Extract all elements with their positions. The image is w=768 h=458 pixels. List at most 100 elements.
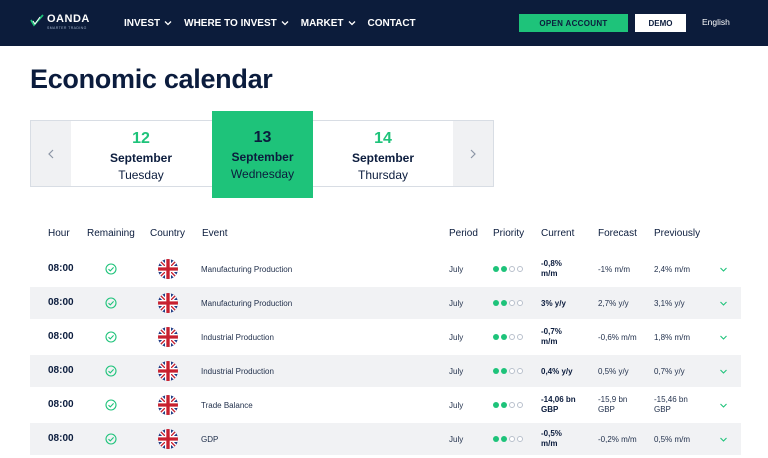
language-selector[interactable]: English [702, 17, 730, 27]
nav-where-to-invest[interactable]: WHERE TO INVEST [184, 18, 289, 29]
chevron-down-icon [281, 21, 289, 26]
check-circle-icon [105, 433, 117, 445]
priority-dot [501, 436, 507, 442]
priority-indicator [493, 266, 525, 272]
previously-line-2: GBP [654, 405, 671, 414]
priority-dot [517, 402, 523, 408]
check-circle-icon [105, 399, 117, 411]
priority-dot [509, 402, 515, 408]
date-day: 14 [374, 130, 392, 147]
date-weekday: Tuesday [118, 168, 164, 182]
chevron-down-icon [164, 21, 172, 26]
forecast-value: -0,2% m/m [598, 435, 637, 445]
nav-market[interactable]: MARKET [301, 18, 356, 29]
event-name: Industrial Production [201, 367, 274, 376]
forecast-line-1: 2,7% y/y [598, 299, 629, 308]
priority-dot [517, 368, 523, 374]
event-name: Trade Balance [201, 401, 253, 410]
priority-dot [493, 334, 499, 340]
current-line-2: m/m [541, 337, 558, 346]
chevron-down-icon[interactable] [719, 435, 728, 444]
event-period: July [449, 367, 464, 376]
event-hour: 08:00 [48, 399, 74, 410]
priority-dot [493, 368, 499, 374]
current-value: 3% y/y [541, 299, 566, 309]
forecast-value: 0,5% y/y [598, 367, 629, 377]
column-country: Country [150, 228, 186, 239]
date-day: 12 [132, 130, 150, 147]
forecast-value: -1% m/m [598, 265, 630, 275]
date-weekday: Wednesday [230, 167, 295, 181]
oanda-logo-icon [30, 14, 44, 27]
date-option[interactable]: 12 September Tuesday [91, 121, 191, 186]
priority-dot [493, 402, 499, 408]
main-nav: INVEST WHERE TO INVEST MARKET CONTACT [124, 0, 428, 46]
current-value: -0,7% m/m [541, 327, 562, 347]
nav-label: MARKET [300, 17, 344, 29]
priority-indicator [493, 368, 525, 374]
chevron-left-icon [48, 149, 54, 158]
column-forecast: Forecast [598, 228, 637, 239]
table-row[interactable]: 08:00 Manufacturing Production July 3% y/y 2… [30, 287, 741, 319]
oanda-logo[interactable]: OANDA SMARTER TRADING [30, 14, 90, 31]
previously-value: 3,1% y/y [654, 299, 685, 309]
previous-day-button[interactable] [31, 121, 71, 186]
priority-dot [501, 300, 507, 306]
forecast-line-2: GBP [598, 405, 615, 414]
column-period: Period [449, 228, 478, 239]
current-line-2: GBP [541, 405, 559, 414]
table-row[interactable]: 08:00 Manufacturing Production July -0,8% m/… [30, 253, 741, 285]
priority-dot [509, 300, 515, 306]
event-period: July [449, 435, 464, 444]
current-value: -14,06 bn GBP [541, 395, 576, 415]
priority-dot [501, 334, 507, 340]
current-value: -0,5% m/m [541, 429, 562, 449]
table-row[interactable]: 08:00 Industrial Production July 0,4% y/y 0,… [30, 355, 741, 387]
nav-invest[interactable]: INVEST [124, 18, 172, 29]
previously-value: 0,5% m/m [654, 435, 690, 445]
top-navigation-bar: OANDA SMARTER TRADING INVEST WHERE TO IN… [0, 0, 768, 46]
forecast-value: -0,6% m/m [598, 333, 637, 343]
current-line-1: 0,4% y/y [541, 367, 573, 376]
previously-line-1: 0,5% m/m [654, 435, 691, 444]
priority-dot [517, 300, 523, 306]
chevron-down-icon[interactable] [719, 333, 728, 342]
event-name: Manufacturing Production [201, 265, 293, 274]
previously-line-1: 0,7% y/y [654, 367, 685, 376]
priority-dot [493, 436, 499, 442]
previously-value: -15,46 bn GBP [654, 395, 688, 415]
column-previously: Previously [654, 228, 701, 239]
date-option-selected[interactable]: 13 September Wednesday [212, 111, 313, 198]
forecast-line-1: -0,2% m/m [598, 435, 637, 444]
date-option[interactable]: 14 September Thursday [333, 121, 433, 186]
demo-button[interactable]: DEMO [635, 14, 686, 32]
priority-dot [509, 334, 515, 340]
table-row[interactable]: 08:00 GDP July -0,5% m/m -0,2% m/m 0,5% m/m [30, 423, 741, 455]
priority-dot [509, 436, 515, 442]
current-line-2: m/m [541, 439, 558, 448]
next-day-button[interactable] [453, 121, 493, 186]
event-name: Industrial Production [201, 333, 274, 342]
priority-indicator [493, 436, 525, 442]
date-month: September [231, 150, 294, 164]
forecast-value: -15,9 bn GBP [598, 395, 627, 415]
chevron-down-icon[interactable] [719, 401, 728, 410]
chevron-down-icon[interactable] [719, 367, 728, 376]
current-line-1: -14,06 bn [541, 395, 576, 404]
open-account-button[interactable]: OPEN ACCOUNT [519, 14, 628, 32]
table-row[interactable]: 08:00 Trade Balance July -14,06 bn GBP -15,9 … [30, 389, 741, 421]
priority-dot [493, 300, 499, 306]
event-hour: 08:00 [48, 263, 74, 274]
event-period: July [449, 299, 464, 308]
column-event: Event [202, 228, 228, 239]
nav-contact[interactable]: CONTACT [368, 18, 416, 29]
priority-dot [501, 402, 507, 408]
priority-indicator [493, 300, 525, 306]
event-hour: 08:00 [48, 365, 74, 376]
event-period: July [449, 265, 464, 274]
chevron-down-icon[interactable] [719, 299, 728, 308]
date-month: September [351, 151, 415, 165]
chevron-down-icon[interactable] [719, 265, 728, 274]
table-row[interactable]: 08:00 Industrial Production July -0,7% m/m -0… [30, 321, 741, 353]
uk-flag-icon [158, 361, 178, 381]
